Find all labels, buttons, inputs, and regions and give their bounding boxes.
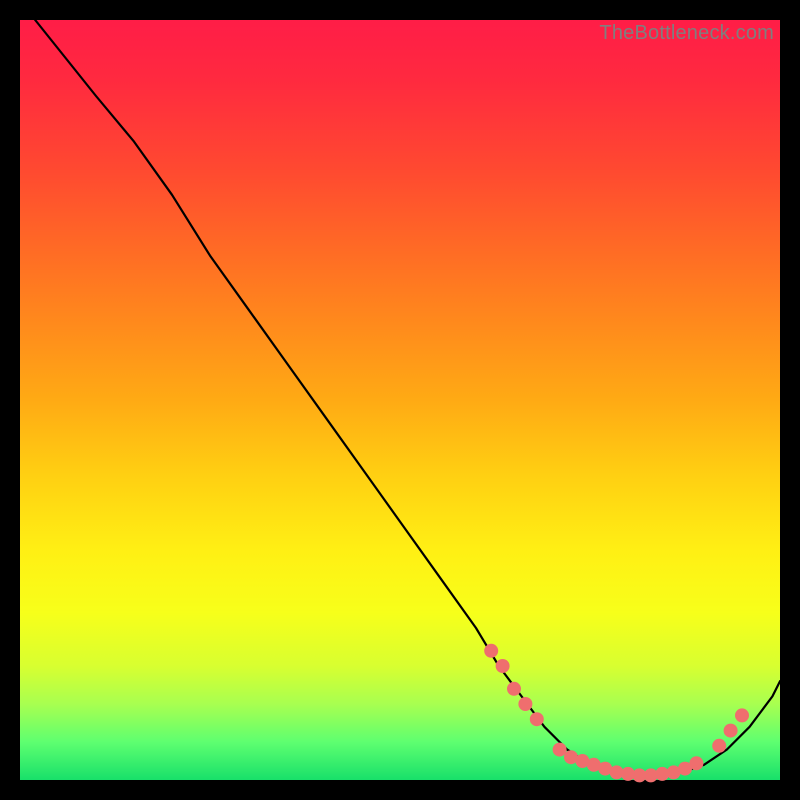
curve-marker <box>553 743 567 757</box>
curve-marker <box>689 756 703 770</box>
curve-marker <box>507 682 521 696</box>
chart-plot-area: TheBottleneck.com <box>20 20 780 780</box>
chart-stage: TheBottleneck.com <box>0 0 800 800</box>
curve-marker <box>484 644 498 658</box>
curve-marker <box>712 739 726 753</box>
curve-marker <box>735 708 749 722</box>
curve-marker <box>518 697 532 711</box>
chart-svg <box>20 20 780 780</box>
curve-line <box>35 20 780 776</box>
curve-marker <box>530 712 544 726</box>
curve-marker <box>724 724 738 738</box>
curve-marker <box>496 659 510 673</box>
